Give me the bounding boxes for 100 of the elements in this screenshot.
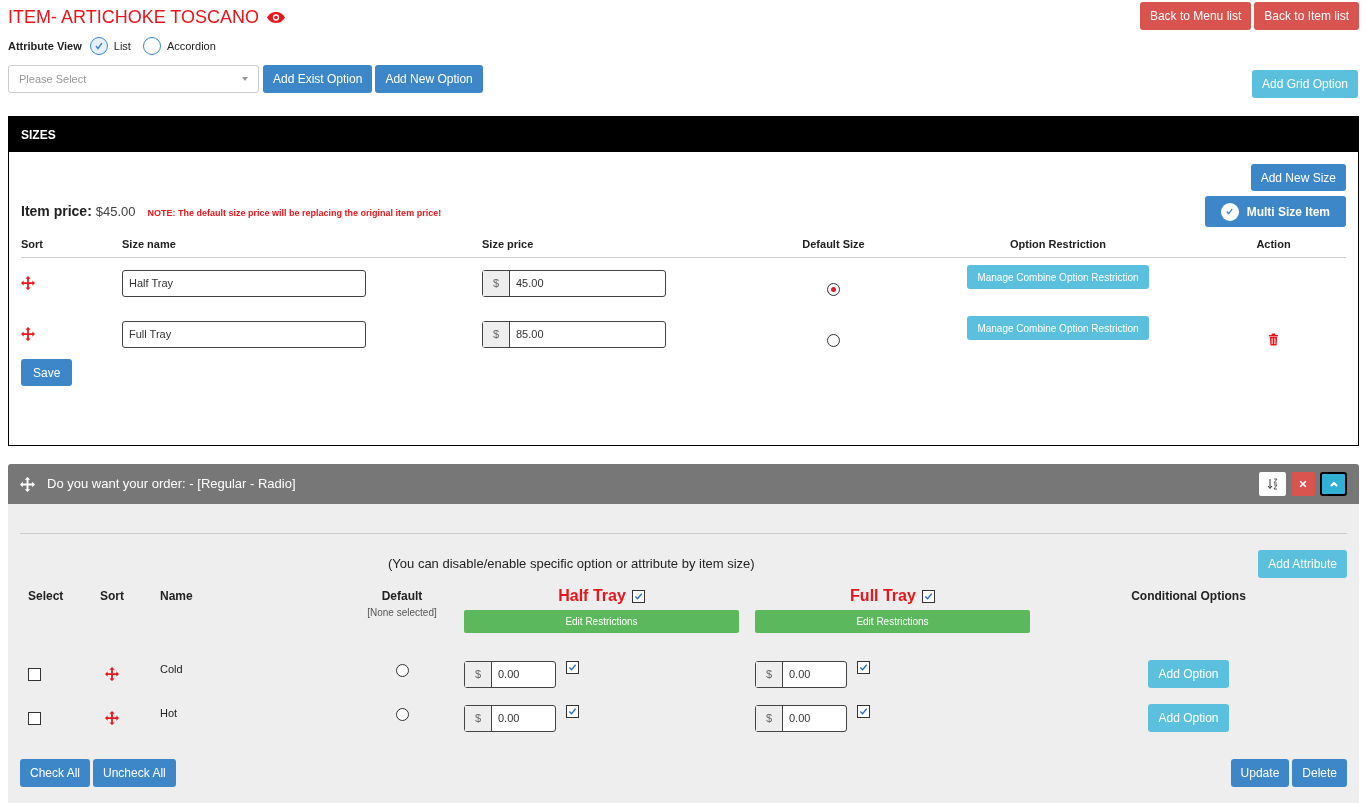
size-hint: (You can disable/enable specific option or attribute by item size)	[388, 555, 756, 574]
option-name: Cold	[159, 661, 184, 677]
radio-button[interactable]	[395, 663, 409, 677]
price-field[interactable]: $ 0.00	[464, 704, 556, 732]
currency-label: $	[483, 270, 510, 296]
price-value: 0.00	[788, 666, 812, 682]
drag-handle-icon[interactable]	[105, 711, 119, 725]
item-price-label: Item price:	[21, 202, 92, 221]
column-header: Sort	[21, 237, 44, 252]
column-header: Sort	[99, 588, 125, 605]
check-icon	[859, 706, 868, 716]
check-icon	[93, 41, 104, 51]
remove-button[interactable]	[1291, 472, 1315, 496]
option-select[interactable]: Please Select	[8, 65, 259, 93]
option-button[interactable]: Add Exist Option	[263, 65, 373, 93]
price-value: 0.00	[788, 710, 812, 726]
chevron-icon	[1328, 479, 1339, 489]
radio-button[interactable]	[89, 37, 108, 55]
option-name: Hot	[159, 705, 179, 721]
column-header: Select	[27, 588, 65, 605]
column-header: Default	[381, 588, 423, 605]
enable-checkbox[interactable]	[566, 660, 579, 674]
column-header: Size name	[122, 237, 177, 252]
view-option[interactable]: Accordion	[142, 37, 216, 55]
attribute-title: Do you want your order: - [Regular - Radio]	[47, 475, 296, 494]
check-icon	[923, 591, 933, 601]
select-checkbox[interactable]	[28, 667, 41, 681]
footer-button[interactable]: Delete	[1292, 759, 1347, 787]
add-option-button[interactable]: Add Option	[1148, 660, 1229, 688]
price-field[interactable]: $ 0.00	[755, 660, 847, 688]
add-attribute-button[interactable]: Add Attribute	[1258, 550, 1347, 578]
check-icon	[568, 706, 577, 716]
enable-checkbox[interactable]	[566, 704, 579, 718]
restriction-button[interactable]: Manage Combine Option Restriction	[967, 265, 1149, 289]
column-header: Size price	[482, 237, 535, 252]
enable-checkbox[interactable]	[857, 660, 870, 674]
column-header: Option Restriction	[1009, 237, 1107, 252]
size-heading: Half Tray	[558, 586, 626, 606]
price-field[interactable]: $ 0.00	[464, 660, 556, 688]
default-note: [None selected]	[367, 606, 437, 620]
add-grid-option-button[interactable]: Add Grid Option	[1251, 70, 1358, 98]
check-icon	[568, 662, 577, 672]
footer-button[interactable]: Uncheck All	[93, 759, 176, 787]
move-icon[interactable]	[20, 476, 35, 492]
price-value: 85.00	[515, 326, 545, 342]
add-new-size-button[interactable]: Add New Size	[1250, 164, 1346, 191]
edit-restrictions-button[interactable]: Edit Restrictions	[464, 610, 739, 633]
close-icon	[1299, 480, 1307, 488]
radio-button[interactable]	[142, 37, 161, 55]
price-note: NOTE: The default size price will be replacing the original item price!	[147, 207, 442, 220]
currency-label: $	[756, 661, 783, 687]
sort-icon	[1266, 478, 1279, 490]
radio-button[interactable]	[827, 333, 840, 347]
price-value: 0.00	[497, 666, 521, 682]
add-option-button[interactable]: Add Option	[1148, 704, 1229, 732]
trash-icon[interactable]	[1268, 332, 1279, 346]
option-button[interactable]: Add New Option	[375, 65, 483, 93]
footer-button[interactable]: Update	[1230, 759, 1290, 787]
back-button[interactable]: Back to Menu list	[1139, 2, 1252, 30]
select-checkbox[interactable]	[28, 711, 41, 725]
price-value: 45.00	[515, 275, 545, 291]
sort-button[interactable]	[1259, 472, 1286, 496]
panel-header: SIZES	[9, 117, 1358, 152]
back-button[interactable]: Back to Item list	[1254, 2, 1359, 30]
column-header: Action	[1255, 237, 1292, 252]
column-header: Conditional Options	[1130, 588, 1247, 605]
check-icon	[859, 662, 868, 672]
radio-button[interactable]	[827, 282, 840, 296]
column-header: Default Size	[801, 237, 866, 252]
collapse-button[interactable]	[1320, 472, 1347, 496]
size-checkbox[interactable]	[631, 589, 645, 603]
footer-button[interactable]: Check All	[20, 759, 91, 787]
check-icon	[633, 591, 643, 601]
check-icon	[1225, 207, 1235, 216]
size-heading: Full Tray	[850, 586, 916, 606]
price-field[interactable]: $ 0.00	[755, 704, 847, 732]
edit-restrictions-button[interactable]: Edit Restrictions	[755, 610, 1030, 633]
attribute-view-label: Attribute View	[8, 38, 82, 54]
view-option[interactable]: List	[89, 37, 131, 55]
page-title: ITEM- ARTICHOKE TOSCANO	[8, 6, 260, 28]
multi-size-button[interactable]: Multi Size Item	[1204, 196, 1346, 227]
drag-handle-icon[interactable]	[21, 327, 35, 341]
price-field[interactable]: $ 85.00	[482, 320, 666, 348]
currency-label: $	[483, 321, 510, 347]
eye-icon[interactable]	[267, 11, 286, 23]
size-checkbox[interactable]	[921, 589, 935, 603]
column-header: Name	[159, 588, 194, 605]
currency-label: $	[465, 705, 492, 731]
size-name-field[interactable]: Half Tray	[122, 269, 366, 297]
size-name-field[interactable]: Full Tray	[122, 320, 366, 348]
radio-button[interactable]	[395, 707, 409, 721]
enable-checkbox[interactable]	[857, 704, 870, 718]
price-value: 0.00	[497, 710, 521, 726]
price-field[interactable]: $ 45.00	[482, 269, 666, 297]
drag-handle-icon[interactable]	[105, 667, 119, 681]
item-price: $45.00	[95, 203, 136, 221]
restriction-button[interactable]: Manage Combine Option Restriction	[967, 316, 1149, 340]
drag-handle-icon[interactable]	[21, 276, 35, 290]
save-button[interactable]: Save	[21, 359, 73, 386]
currency-label: $	[756, 705, 783, 731]
